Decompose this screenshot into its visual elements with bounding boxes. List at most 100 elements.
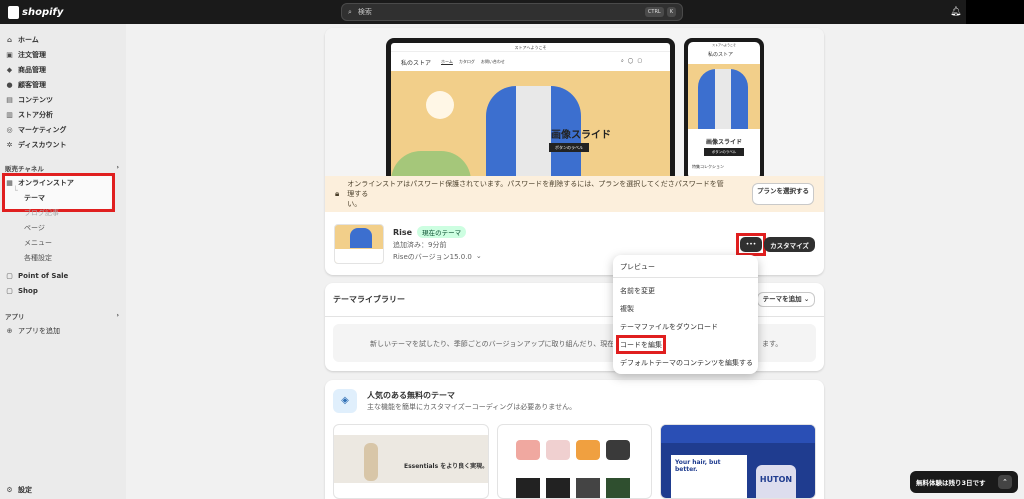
library-empty-text-tail: ます。 [762,340,783,348]
tag-icon: ◆ [6,65,13,74]
person-tee-shape [516,86,551,176]
target-icon: ◎ [6,125,13,134]
select-plan-button[interactable]: プランを選択する [752,183,814,205]
person-icon: ● [6,80,13,89]
inbox-icon: ▣ [6,50,13,59]
account-menu[interactable] [966,0,1024,24]
store-name: 私のストア [401,60,432,67]
theme-thumbnail[interactable] [334,224,384,264]
menu-item-edit-default-content[interactable]: デフォルトテーマのコンテンツを編集する [620,358,753,368]
sidebar-item-analytics[interactable]: ▥ ストア分析 [6,110,53,120]
bell-icon[interactable]: 🔔︎ [950,7,961,17]
sidebar-item-pos[interactable]: ▢ Point of Sale [6,272,68,280]
sidebar-item-blog[interactable]: ブログ記事 [24,208,59,218]
theme-library-title: テーマライブラリー [333,295,405,304]
shop-icon: ▢ [6,286,13,295]
menu-item-preview[interactable]: プレビュー [620,262,655,272]
store-nav-item: カタログ [458,59,475,64]
theme-title-row: Rise 現在のテーマ [393,226,467,238]
sidebar-item-label: Shop [18,287,38,295]
sidebar-item-label: コンテンツ [18,96,53,104]
chevron-down-icon: ⌄ [475,252,482,260]
free-theme-card-refresh[interactable] [497,424,652,499]
sidebar-item-products[interactable]: ◆ 商品管理 [6,65,46,75]
sidebar-item-label: 設定 [18,486,32,494]
trial-toast[interactable]: 無料体験は残り3日です ⌃ [910,471,1018,493]
password-banner: 🔒︎ オンラインストアはパスワード保護されています。パスワードを削除するには、プ… [325,176,824,212]
gear-icon: ⚙ [6,485,13,494]
sidebar-item-customers[interactable]: ● 顧客管理 [6,80,46,90]
search-placeholder: 検索 [357,8,372,16]
sidebar-item-label: ディスカウント [18,141,67,149]
plus-circle-icon: ⊕ [6,326,13,335]
sense-bottle-label: HUTON [756,465,796,498]
store-nav-item: ホーム [441,59,453,64]
product-tee-3 [576,478,600,498]
chevron-up-icon[interactable]: ⌃ [998,475,1012,489]
sidebar-item-discounts[interactable]: ✲ ディスカウント [6,140,67,150]
thumbnail-person-shape [350,228,372,248]
chevron-down-icon: ⌄ [803,295,810,303]
free-theme-card-dawn[interactable]: Essentials をより良く実現。 [333,424,489,499]
sidebar-item-marketing[interactable]: ◎ マーケティング [6,125,66,135]
sales-channels-header[interactable]: 販売チャネル › [5,163,119,173]
highlight-box-more [736,233,766,256]
menu-divider [613,277,758,278]
sidebar-item-home[interactable]: ⌂ ホーム [6,35,39,45]
apps-label: アプリ [5,313,25,321]
laptop-screen: ストアへようこそ 私のストア ホーム カタログ お問い合わせ ⌕◯▢ 画像スライ… [391,43,670,176]
apps-header[interactable]: アプリ › [5,311,119,321]
product-tee-2 [546,478,570,498]
free-themes-title: 人気のある無料のテーマ [367,391,455,400]
theme-version[interactable]: Riseのバージョン15.0.0 ⌄ [393,252,482,262]
sense-hero-text: Your hair, but better. [671,455,747,498]
banner-message-cont: い。 [347,200,362,208]
add-theme-label: テーマを追加 [762,295,802,303]
phone-slide-title: 画像スライド [705,139,742,146]
sidebar-item-add-app[interactable]: ⊕ アプリを追加 [6,326,60,336]
product-cap-dark [606,440,630,460]
phone-store-name: 私のストア [708,52,734,58]
sidebar-item-settings[interactable]: ⚙ 設定 [6,485,32,495]
menu-item-download[interactable]: テーマファイルをダウンロード [620,322,718,332]
customize-button[interactable]: カスタマイズ [764,237,815,252]
product-cap-orange [576,440,600,460]
sidebar-item-label: アプリを追加 [18,327,60,335]
store-header-icons: ⌕◯▢ [621,58,647,64]
sidebar-item-orders[interactable]: ▣ 注文管理 [6,50,46,60]
sidebar-item-shop[interactable]: ▢ Shop [6,287,38,295]
highlight-box-edit-code [616,335,666,354]
laptop-preview: ストアへようこそ 私のストア ホーム カタログ お問い合わせ ⌕◯▢ 画像スライ… [386,38,675,176]
chevron-right-icon: › [116,163,119,171]
store-nav-item: お問い合わせ [480,59,505,64]
sidebar-item-menu[interactable]: メニュー [24,238,52,248]
sidebar-item-content[interactable]: ▤ コンテンツ [6,95,53,105]
sidebar-item-settings-sub[interactable]: 各種設定 [24,253,52,263]
shopify-logo[interactable]: shopify [8,4,63,20]
free-theme-card-sense[interactable]: Your hair, but better. HUTON [660,424,816,499]
add-theme-button[interactable]: テーマを追加 ⌄ [757,292,815,307]
shortcut-hint: CTRL K [644,7,676,17]
menu-item-duplicate[interactable]: 複製 [620,304,634,314]
search-input[interactable]: ⌕ 検索 CTRL K [341,3,683,21]
bar-chart-icon: ▥ [6,110,13,119]
thumbnail-strip [335,249,383,263]
sun-shape [426,91,454,119]
product-cap-light [546,440,570,460]
sidebar-item-pages[interactable]: ページ [24,223,45,233]
discount-icon: ✲ [6,140,13,149]
sidebar-item-label: 商品管理 [18,66,46,74]
shopify-bag-icon [8,5,19,19]
free-themes-subtitle: 主な機能を簡単にカスタマイズーコーディングは必要ありません。 [367,403,577,411]
phone-screen: ストアへようこそ 私のストア 画像スライド ボタンのラベル 特集コレクション [688,42,760,176]
phone-person-tee [715,69,731,129]
theme-preview[interactable]: ストアへようこそ 私のストア ホーム カタログ お問い合わせ ⌕◯▢ 画像スライ… [325,28,824,176]
hero-image: 画像スライド ボタンのラベル [391,71,670,176]
slide-title: 画像スライド [551,130,611,141]
banner-text: オンラインストアはパスワード保護されています。パスワードを削除するには、プランを… [347,179,729,209]
slide-button: ボタンのラベル [549,143,589,152]
menu-item-rename[interactable]: 名前を変更 [620,286,655,296]
product-tee-4 [606,478,630,498]
sidebar-item-label: ストア分析 [18,111,53,119]
sidebar-item-label: 注文管理 [18,51,46,59]
